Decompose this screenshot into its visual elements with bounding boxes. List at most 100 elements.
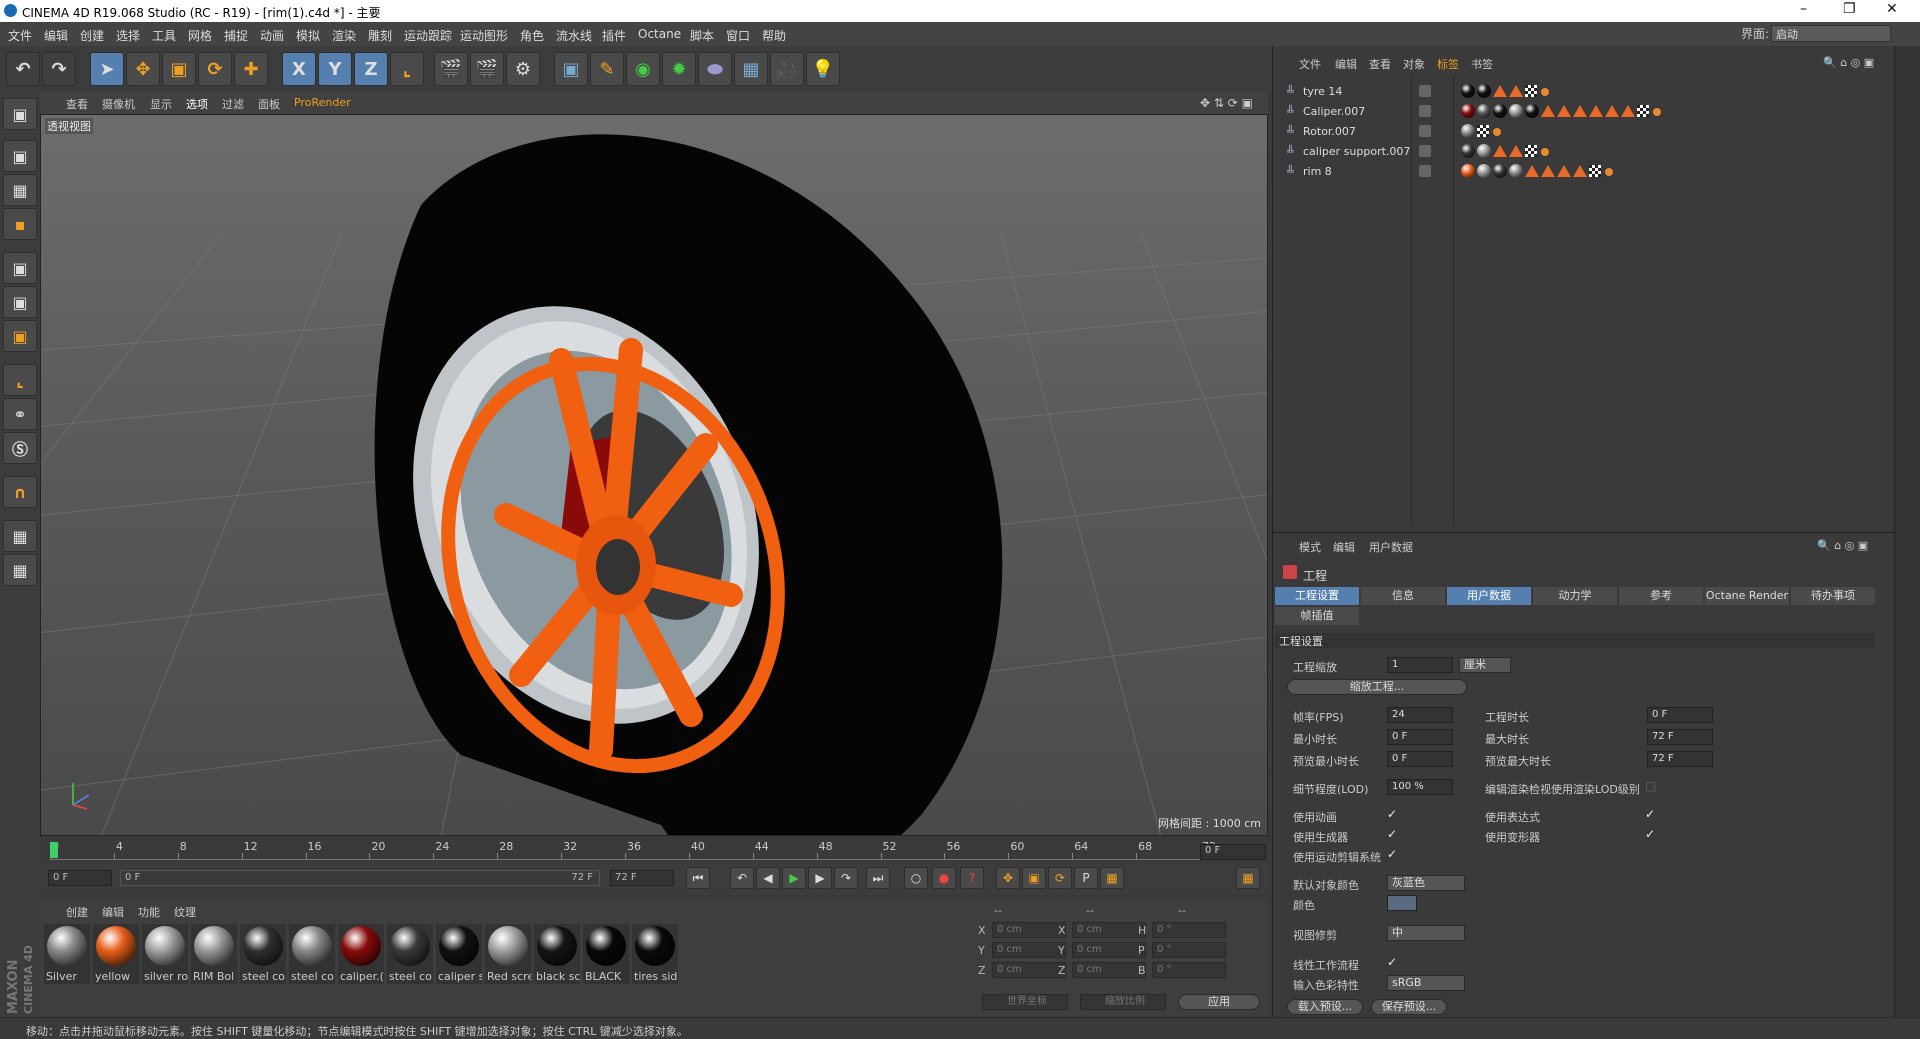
timeline-ruler[interactable]: 04812162024283236404448525660646872 bbox=[40, 836, 1268, 862]
save-preset-button[interactable]: 保存预设... bbox=[1371, 999, 1447, 1015]
material-tag-icon[interactable] bbox=[1461, 104, 1475, 118]
layer-toggle-icon[interactable] bbox=[1419, 125, 1431, 137]
make-editable-icon[interactable]: ▣ bbox=[3, 98, 37, 130]
select-tool-icon[interactable]: ➤ bbox=[90, 52, 124, 86]
obj-search-icon[interactable]: 🔍 ⌂ ◎ ▣ bbox=[1823, 56, 1874, 69]
coord-value-field[interactable]: 0 cm bbox=[992, 922, 1066, 938]
obj-menu-bookmarks[interactable]: 书签 bbox=[1471, 56, 1493, 72]
selection-tag-icon[interactable] bbox=[1541, 88, 1549, 96]
menu-help[interactable]: 帮助 bbox=[762, 27, 786, 44]
vp-menu-panel[interactable]: 面板 bbox=[258, 96, 280, 112]
coordinate-system-icon[interactable]: ⌞ bbox=[390, 52, 424, 86]
vp-menu-cameras[interactable]: 摄像机 bbox=[102, 96, 135, 112]
undo-icon[interactable]: ↶ bbox=[6, 52, 40, 86]
min-time-field[interactable]: 0 F bbox=[1387, 729, 1453, 745]
coord-value-field[interactable]: 0 ° bbox=[1152, 962, 1226, 978]
selection-tag-icon[interactable] bbox=[1605, 168, 1613, 176]
phong-tag-icon[interactable] bbox=[1509, 85, 1523, 97]
phong-tag-icon[interactable] bbox=[1525, 165, 1539, 177]
attr-search-icon[interactable]: 🔍 ⌂ ◎ ▣ bbox=[1817, 539, 1868, 552]
material-swatch[interactable]: tires sid bbox=[632, 924, 678, 984]
subdivision-surface-icon[interactable]: ◉ bbox=[626, 52, 660, 86]
menu-mesh[interactable]: 网格 bbox=[188, 27, 212, 44]
selection-tag-icon[interactable] bbox=[1541, 148, 1549, 156]
key-rotation-icon[interactable]: ⟳ bbox=[1048, 867, 1072, 889]
phong-tag-icon[interactable] bbox=[1557, 165, 1571, 177]
polygons-mode-icon[interactable]: ▣ bbox=[3, 320, 37, 352]
menu-character[interactable]: 角色 bbox=[520, 27, 544, 44]
use-deformers-checkbox[interactable]: ✓ bbox=[1645, 827, 1655, 841]
input-color-profile-select[interactable]: sRGB bbox=[1387, 975, 1465, 991]
material-swatch[interactable]: black sc bbox=[534, 924, 580, 984]
playhead-marker[interactable] bbox=[50, 842, 58, 858]
axis-mode-icon[interactable]: ⌞ bbox=[3, 364, 37, 396]
material-swatch[interactable]: yellow bbox=[93, 924, 139, 984]
key-pla-icon[interactable]: ▦ bbox=[1100, 867, 1124, 889]
material-tag-icon[interactable] bbox=[1477, 164, 1491, 178]
vp-menu-filter[interactable]: 过滤 bbox=[222, 96, 244, 112]
material-swatch[interactable]: steel co bbox=[387, 924, 433, 984]
phong-tag-icon[interactable] bbox=[1557, 105, 1571, 117]
move-tool-icon[interactable]: ✥ bbox=[126, 52, 160, 86]
restore-button[interactable]: ❐ bbox=[1843, 1, 1856, 17]
uvw-tag-icon[interactable] bbox=[1525, 145, 1537, 157]
scale-mode-select[interactable]: 缩放比例 bbox=[1080, 994, 1166, 1010]
material-swatch[interactable]: caliper.( bbox=[338, 924, 384, 984]
menu-mograph[interactable]: 运动图形 bbox=[460, 27, 508, 44]
material-tag-icon[interactable] bbox=[1461, 124, 1475, 138]
menu-sculpt[interactable]: 雕刻 bbox=[368, 27, 392, 44]
previous-key-icon[interactable]: ↶ bbox=[730, 867, 754, 889]
viewport-nav-icons[interactable]: ✥ ⇅ ⟳ ▣ bbox=[1200, 96, 1253, 110]
view-clip-select[interactable]: 中 bbox=[1387, 925, 1465, 941]
material-tag-icon[interactable] bbox=[1493, 164, 1507, 178]
key-position-icon[interactable]: ✥ bbox=[996, 867, 1020, 889]
menu-simulate[interactable]: 模拟 bbox=[296, 27, 320, 44]
tab-dynamics[interactable]: 动力学 bbox=[1533, 587, 1617, 605]
scale-project-button[interactable]: 缩放工程... bbox=[1287, 679, 1467, 695]
record-key-icon[interactable]: ● bbox=[932, 867, 956, 889]
selection-tag-icon[interactable] bbox=[1493, 128, 1501, 136]
go-to-end-icon[interactable]: ⏭ bbox=[866, 867, 890, 889]
end-frame-field[interactable]: 72 F bbox=[610, 870, 674, 886]
menu-motion-tracking[interactable]: 运动跟踪 bbox=[404, 27, 452, 44]
use-generators-checkbox[interactable]: ✓ bbox=[1387, 827, 1397, 841]
right-side-tabs[interactable] bbox=[1894, 46, 1920, 1017]
phong-tag-icon[interactable] bbox=[1589, 105, 1603, 117]
cloner-icon[interactable]: ✹ bbox=[662, 52, 696, 86]
current-frame-field[interactable]: 0 F bbox=[1200, 844, 1266, 860]
uvw-tag-icon[interactable] bbox=[1525, 85, 1537, 97]
menu-pipeline[interactable]: 流水线 bbox=[556, 27, 592, 44]
vp-menu-options[interactable]: 选项 bbox=[186, 96, 208, 112]
key-parameter-icon[interactable]: P bbox=[1074, 867, 1098, 889]
live-selection-icon[interactable]: ✚ bbox=[234, 52, 268, 86]
obj-menu-edit[interactable]: 编辑 bbox=[1335, 56, 1357, 72]
load-preset-button[interactable]: 载入预设... bbox=[1287, 999, 1363, 1015]
object-row[interactable]: ╩ tyre 14 bbox=[1275, 82, 1875, 101]
preview-min-field[interactable]: 0 F bbox=[1387, 751, 1453, 767]
material-tag-icon[interactable] bbox=[1461, 84, 1475, 98]
coord-value-field[interactable]: 0 cm bbox=[1072, 922, 1146, 938]
perspective-viewport[interactable]: 透视视图 网格间距 : 1000 cm bbox=[40, 114, 1268, 836]
close-button[interactable]: ✕ bbox=[1886, 1, 1898, 17]
motion-system-checkbox[interactable]: ✓ bbox=[1387, 847, 1397, 861]
coord-value-field[interactable]: 0 ° bbox=[1152, 942, 1226, 958]
phong-tag-icon[interactable] bbox=[1621, 105, 1635, 117]
phong-tag-icon[interactable] bbox=[1541, 165, 1555, 177]
use-animation-checkbox[interactable]: ✓ bbox=[1387, 807, 1397, 821]
workplane-snap-icon[interactable]: ▦ bbox=[3, 554, 37, 586]
vp-menu-view[interactable]: 查看 bbox=[66, 96, 88, 112]
material-tag-icon[interactable] bbox=[1493, 104, 1507, 118]
layer-toggle-icon[interactable] bbox=[1419, 165, 1431, 177]
start-frame-field[interactable]: 0 F bbox=[48, 870, 112, 886]
layer-toggle-icon[interactable] bbox=[1419, 105, 1431, 117]
material-swatch[interactable]: BLACK bbox=[583, 924, 629, 984]
tweak-mode-icon[interactable]: ⚭ bbox=[3, 398, 37, 430]
material-swatch[interactable]: RIM Bol bbox=[191, 924, 237, 984]
mat-menu-texture[interactable]: 纹理 bbox=[174, 904, 196, 920]
rotate-tool-icon[interactable]: ⟳ bbox=[198, 52, 232, 86]
phong-tag-icon[interactable] bbox=[1493, 145, 1507, 157]
material-tag-icon[interactable] bbox=[1461, 164, 1475, 178]
snap-icon[interactable]: ∩ bbox=[3, 476, 37, 508]
next-key-icon[interactable]: ↷ bbox=[834, 867, 858, 889]
selection-tag-icon[interactable] bbox=[1653, 108, 1661, 116]
